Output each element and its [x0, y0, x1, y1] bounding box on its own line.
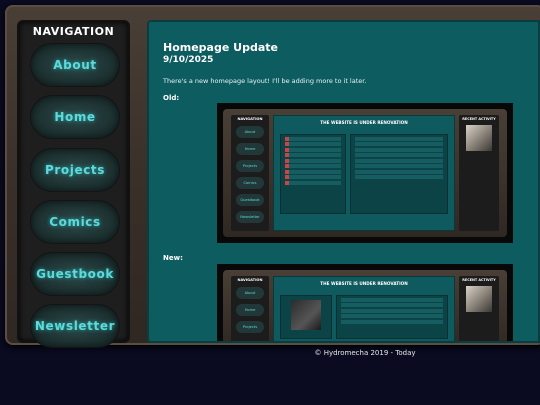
- new-screenshot-nav-item: About: [236, 287, 264, 299]
- old-screenshot-nav-item: About: [236, 126, 264, 138]
- new-screenshot-nav: NAVIGATION About Home Projects: [231, 276, 269, 341]
- navigation-panel: NAVIGATION About Home Projects Comics Gu…: [17, 20, 130, 347]
- old-screenshot-thumbnail: [466, 125, 492, 151]
- old-layout-screenshot: NAVIGATION About Home Projects Comics Gu…: [217, 103, 513, 243]
- post-title: Homepage Update: [163, 41, 278, 54]
- nav-button-projects[interactable]: Projects: [31, 149, 119, 191]
- old-screenshot-nav-title: NAVIGATION: [237, 117, 263, 121]
- old-screenshot-nav-item: Newsletter: [236, 211, 264, 223]
- old-screenshot-side-title: RECENT ACTIVITY: [462, 117, 496, 121]
- new-layout-screenshot: NAVIGATION About Home Projects THE WEBSI…: [217, 264, 513, 341]
- new-screenshot-thumbnail: [466, 286, 492, 312]
- new-screenshot-nav-item: Projects: [236, 321, 264, 333]
- new-screenshot-column-right: [336, 295, 448, 339]
- old-label: Old:: [163, 94, 180, 102]
- post-body: There's a new homepage layout! I'll be a…: [163, 77, 367, 85]
- old-screenshot-nav-item: Home: [236, 143, 264, 155]
- new-screenshot-nav-title: NAVIGATION: [237, 278, 263, 282]
- old-screenshot-heading: THE WEBSITE IS UNDER RENOVATION: [320, 120, 408, 125]
- old-screenshot-nav-item: Comics: [236, 177, 264, 189]
- navigation-title: NAVIGATION: [32, 25, 115, 38]
- new-screenshot-side-title: RECENT ACTIVITY: [462, 278, 496, 282]
- new-label: New:: [163, 254, 183, 262]
- new-screenshot-heading: THE WEBSITE IS UNDER RENOVATION: [320, 281, 408, 286]
- new-screenshot-sidebar: RECENT ACTIVITY: [459, 276, 499, 341]
- post-date: 9/10/2025: [163, 55, 214, 65]
- new-screenshot-frame: NAVIGATION About Home Projects THE WEBSI…: [223, 270, 507, 341]
- new-screenshot-column-left: [280, 295, 332, 339]
- footer-copyright: © Hydromecha 2019 - Today: [314, 349, 416, 357]
- old-screenshot-column-right: [350, 134, 448, 214]
- old-screenshot-frame: NAVIGATION About Home Projects Comics Gu…: [223, 109, 507, 237]
- old-screenshot-nav-item: Projects: [236, 160, 264, 172]
- nav-button-comics[interactable]: Comics: [31, 201, 119, 243]
- nav-button-home[interactable]: Home: [31, 96, 119, 138]
- new-screenshot-main: THE WEBSITE IS UNDER RENOVATION: [273, 276, 455, 341]
- nav-button-newsletter[interactable]: Newsletter: [31, 305, 119, 347]
- old-screenshot-nav-item: Guestbook: [236, 194, 264, 206]
- content-panel[interactable]: Homepage Update 9/10/2025 There's a new …: [147, 20, 540, 343]
- new-screenshot-nav-item: Home: [236, 304, 264, 316]
- old-screenshot-sidebar: RECENT ACTIVITY: [459, 115, 499, 231]
- nav-button-guestbook[interactable]: Guestbook: [31, 253, 119, 295]
- old-screenshot-column-left: [280, 134, 346, 214]
- old-screenshot-nav: NAVIGATION About Home Projects Comics Gu…: [231, 115, 269, 231]
- old-screenshot-main: THE WEBSITE IS UNDER RENOVATION: [273, 115, 455, 231]
- nav-button-about[interactable]: About: [31, 44, 119, 86]
